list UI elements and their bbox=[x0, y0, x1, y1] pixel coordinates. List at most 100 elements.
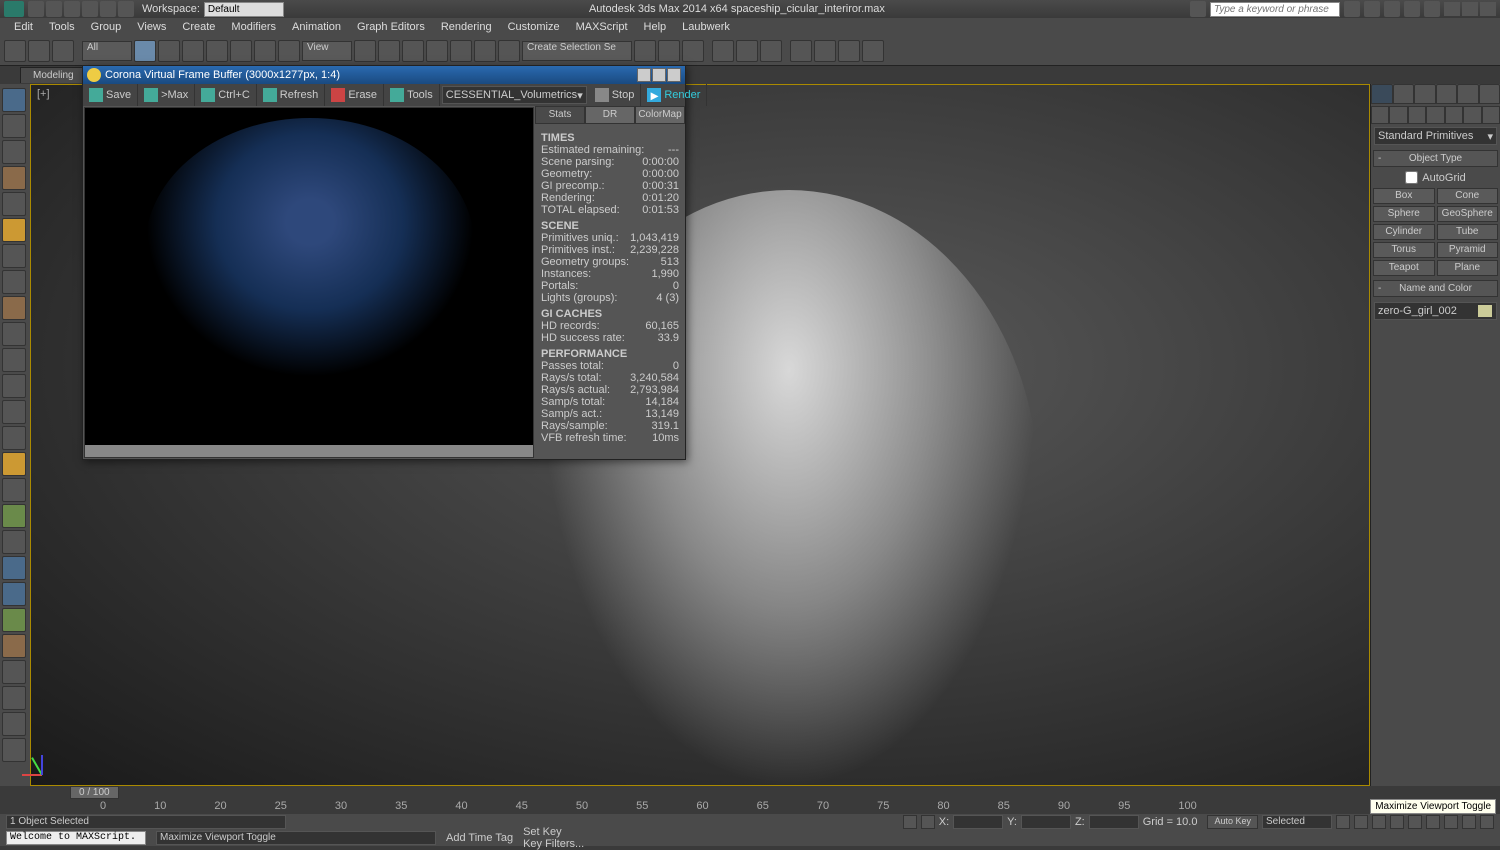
prev-frame-icon[interactable] bbox=[1354, 815, 1368, 829]
y-field[interactable] bbox=[1021, 815, 1071, 829]
tab-modeling[interactable]: Modeling bbox=[20, 67, 87, 83]
pivot-icon[interactable] bbox=[354, 40, 376, 62]
tool-icon[interactable] bbox=[2, 296, 26, 320]
select-rect-icon[interactable] bbox=[182, 40, 204, 62]
menu-edit[interactable]: Edit bbox=[6, 19, 41, 35]
menu-views[interactable]: Views bbox=[129, 19, 174, 35]
link-icon[interactable] bbox=[118, 1, 134, 17]
tab-dr[interactable]: DR bbox=[585, 106, 635, 124]
prim-geosphere[interactable]: GeoSphere bbox=[1437, 206, 1499, 222]
tab-stats[interactable]: Stats bbox=[535, 106, 585, 124]
tool-icon[interactable] bbox=[2, 608, 26, 632]
help-search[interactable] bbox=[1210, 2, 1340, 17]
menu-rendering[interactable]: Rendering bbox=[433, 19, 500, 35]
play-icon[interactable] bbox=[1372, 815, 1386, 829]
tool-icon[interactable] bbox=[2, 244, 26, 268]
new-icon[interactable] bbox=[28, 1, 44, 17]
tool-icon[interactable] bbox=[2, 504, 26, 528]
tomax-button[interactable]: >Max bbox=[138, 84, 195, 106]
selection-filter[interactable]: All bbox=[82, 41, 132, 61]
light-icon[interactable] bbox=[2, 218, 26, 242]
menu-tools[interactable]: Tools bbox=[41, 19, 83, 35]
app-logo[interactable] bbox=[4, 1, 24, 17]
time-slider[interactable]: 0 / 100 bbox=[0, 786, 1500, 798]
keymode-dropdown[interactable]: Selected bbox=[1262, 815, 1332, 829]
render-icon[interactable] bbox=[838, 40, 860, 62]
tool-icon[interactable] bbox=[2, 660, 26, 684]
lock-icon[interactable] bbox=[903, 815, 917, 829]
tool-icon[interactable] bbox=[2, 166, 26, 190]
tool-icon[interactable] bbox=[2, 192, 26, 216]
lights-icon[interactable] bbox=[1408, 106, 1426, 124]
menu-create[interactable]: Create bbox=[174, 19, 223, 35]
tools-button[interactable]: Tools bbox=[384, 84, 440, 106]
tool-icon[interactable] bbox=[2, 374, 26, 398]
layers-icon[interactable] bbox=[682, 40, 704, 62]
autogrid-checkbox[interactable] bbox=[1405, 171, 1418, 184]
prim-teapot[interactable]: Teapot bbox=[1373, 260, 1435, 276]
tab-create-icon[interactable] bbox=[1371, 84, 1393, 104]
angle-snap-icon[interactable] bbox=[426, 40, 448, 62]
nav-icon[interactable] bbox=[1444, 815, 1458, 829]
unlink-icon[interactable] bbox=[28, 40, 50, 62]
redo-icon[interactable] bbox=[100, 1, 116, 17]
render-button[interactable]: ▸Render bbox=[641, 84, 707, 106]
edit-selset-icon[interactable] bbox=[498, 40, 520, 62]
x-field[interactable] bbox=[953, 815, 1003, 829]
stop-button[interactable]: Stop bbox=[589, 84, 642, 106]
menu-grapheditors[interactable]: Graph Editors bbox=[349, 19, 433, 35]
menu-maxscript[interactable]: MAXScript bbox=[568, 19, 636, 35]
erase-button[interactable]: Erase bbox=[325, 84, 384, 106]
tab-hierarchy-icon[interactable] bbox=[1414, 84, 1436, 104]
helpers-icon[interactable] bbox=[1445, 106, 1463, 124]
save-icon[interactable] bbox=[64, 1, 80, 17]
vfb-image[interactable] bbox=[84, 107, 534, 458]
prim-cone[interactable]: Cone bbox=[1437, 188, 1499, 204]
tool-icon[interactable] bbox=[2, 478, 26, 502]
maxscript-listener[interactable]: Welcome to MAXScript. bbox=[6, 831, 146, 845]
spinner-snap-icon[interactable] bbox=[474, 40, 496, 62]
workspace-dropdown[interactable] bbox=[204, 2, 284, 17]
help-icon[interactable] bbox=[1424, 1, 1440, 17]
search-icon[interactable] bbox=[1344, 1, 1360, 17]
tool-icon[interactable] bbox=[2, 348, 26, 372]
tab-modify-icon[interactable] bbox=[1393, 84, 1415, 104]
color-swatch[interactable] bbox=[1477, 304, 1493, 318]
move-icon[interactable] bbox=[230, 40, 252, 62]
cameras-icon[interactable] bbox=[1426, 106, 1444, 124]
exchange-icon[interactable] bbox=[1384, 1, 1400, 17]
nav-icon[interactable] bbox=[1480, 815, 1494, 829]
close-icon[interactable] bbox=[1480, 2, 1496, 16]
menu-help[interactable]: Help bbox=[636, 19, 675, 35]
channel-dropdown[interactable]: CESSENTIAL_Volumetrics▾ bbox=[442, 86, 587, 104]
addtime-label[interactable]: Add Time Tag bbox=[446, 832, 513, 844]
z-field[interactable] bbox=[1089, 815, 1139, 829]
tool-icon[interactable] bbox=[2, 530, 26, 554]
tab-motion-icon[interactable] bbox=[1436, 84, 1458, 104]
nav-icon[interactable] bbox=[1426, 815, 1440, 829]
prim-tube[interactable]: Tube bbox=[1437, 224, 1499, 240]
prim-cylinder[interactable]: Cylinder bbox=[1373, 224, 1435, 240]
tab-utilities-icon[interactable] bbox=[1479, 84, 1500, 104]
vfb-titlebar[interactable]: Corona Virtual Frame Buffer (3000x1277px… bbox=[83, 66, 685, 84]
prim-pyramid[interactable]: Pyramid bbox=[1437, 242, 1499, 258]
refcoord-dropdown[interactable]: View bbox=[302, 41, 352, 61]
select-icon[interactable] bbox=[134, 40, 156, 62]
geometry-icon[interactable] bbox=[1371, 106, 1389, 124]
maximize-icon[interactable] bbox=[1462, 2, 1478, 16]
next-frame-icon[interactable] bbox=[1390, 815, 1404, 829]
tool-icon[interactable] bbox=[2, 426, 26, 450]
tool-icon[interactable] bbox=[2, 88, 26, 112]
object-name-field[interactable]: zero-G_girl_002 bbox=[1374, 302, 1497, 320]
tool-icon[interactable] bbox=[2, 270, 26, 294]
render-setup-icon[interactable] bbox=[790, 40, 812, 62]
signin-icon[interactable] bbox=[1364, 1, 1380, 17]
nav-icon[interactable] bbox=[1462, 815, 1476, 829]
tab-display-icon[interactable] bbox=[1457, 84, 1479, 104]
mirror-icon[interactable] bbox=[634, 40, 656, 62]
rollup-namecolor[interactable]: Name and Color bbox=[1373, 280, 1498, 297]
tool-icon[interactable] bbox=[2, 322, 26, 346]
schematic-icon[interactable] bbox=[736, 40, 758, 62]
percent-snap-icon[interactable] bbox=[450, 40, 472, 62]
menu-laubwerk[interactable]: Laubwerk bbox=[674, 19, 738, 35]
